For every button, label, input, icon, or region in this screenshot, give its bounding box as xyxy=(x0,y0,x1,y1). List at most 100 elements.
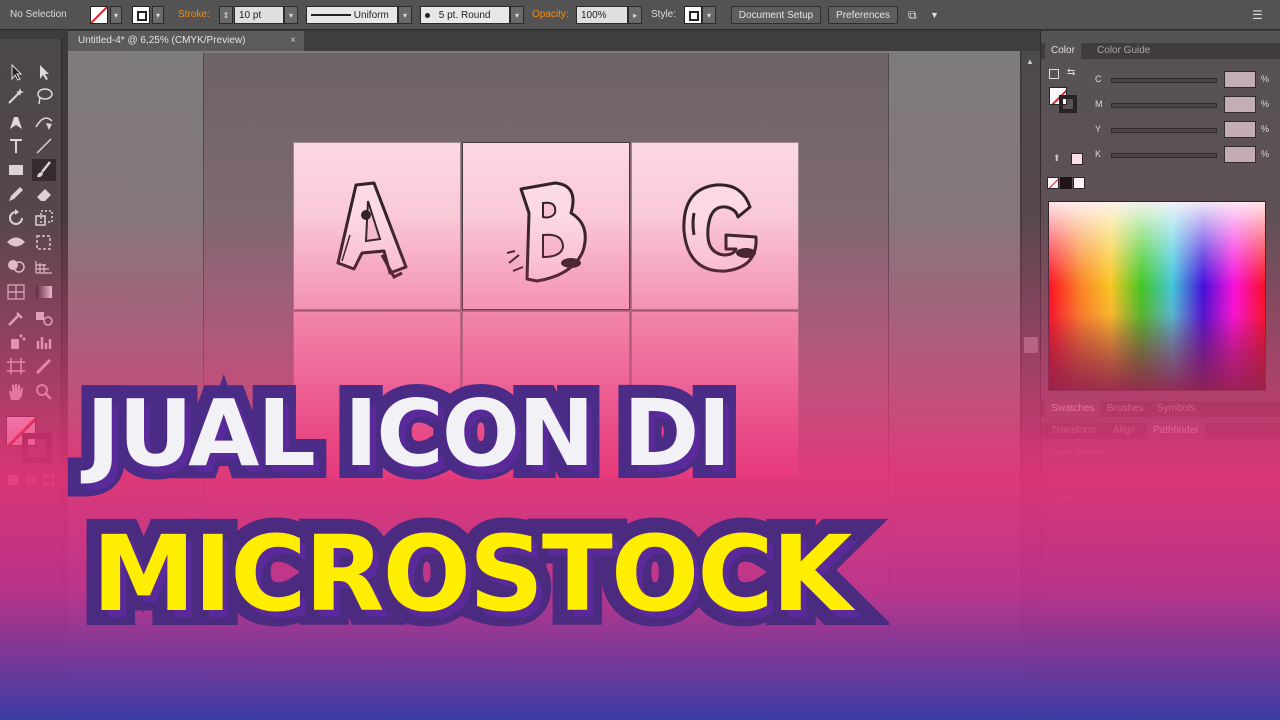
close-icon[interactable]: × xyxy=(290,31,296,51)
black-slider[interactable]: K % xyxy=(1093,146,1280,164)
blend-tool-icon[interactable] xyxy=(32,307,56,329)
tab-brushes[interactable]: Brushes xyxy=(1101,401,1150,417)
eraser-tool-icon[interactable] xyxy=(32,183,56,205)
letter-a-icon xyxy=(336,181,408,279)
zoom-tool-icon[interactable] xyxy=(32,381,56,403)
letter-b-icon xyxy=(506,181,587,283)
hand-tool-icon[interactable] xyxy=(4,381,28,403)
artboard[interactable] xyxy=(203,53,889,720)
curvature-tool-icon[interactable] xyxy=(32,111,56,133)
column-graph-tool-icon[interactable] xyxy=(32,331,56,353)
width-tool-icon[interactable] xyxy=(4,231,28,253)
lasso-tool-icon[interactable] xyxy=(32,85,56,107)
direct-selection-tool-icon[interactable] xyxy=(32,61,56,83)
tab-pathfinder[interactable]: Pathfinder xyxy=(1147,423,1205,439)
color-spectrum[interactable] xyxy=(1048,201,1266,391)
fill-dropdown[interactable]: ▾ xyxy=(110,6,122,24)
pencil-tool-icon[interactable] xyxy=(4,183,28,205)
pen-tool-icon[interactable] xyxy=(4,111,28,133)
scrollbar-thumb[interactable] xyxy=(1024,337,1038,353)
brush-dropdown[interactable]: ▾ xyxy=(510,6,524,24)
opacity-field[interactable]: 100% xyxy=(576,6,628,24)
tab-color[interactable]: Color xyxy=(1045,43,1081,59)
magenta-value-field[interactable] xyxy=(1224,96,1256,113)
selection-tool-icon[interactable] xyxy=(4,61,28,83)
stroke-dropdown[interactable]: ▾ xyxy=(152,6,164,24)
out-of-gamut-icon[interactable]: ⬆ xyxy=(1053,153,1061,164)
eyedropper-tool-icon[interactable] xyxy=(4,307,28,329)
mesh-tool-icon[interactable] xyxy=(4,281,28,303)
stroke-label[interactable]: Stroke: xyxy=(178,6,210,24)
style-label: Style: xyxy=(651,9,677,20)
black-value-field[interactable] xyxy=(1224,146,1256,163)
symbol-sprayer-tool-icon[interactable] xyxy=(4,331,28,353)
icon-cell-empty[interactable] xyxy=(631,311,799,479)
slice-tool-icon[interactable] xyxy=(32,355,56,377)
type-tool-icon[interactable] xyxy=(4,135,28,157)
scale-tool-icon[interactable] xyxy=(32,207,56,229)
preferences-button[interactable]: Preferences xyxy=(828,6,898,24)
stroke-color-swatch[interactable] xyxy=(22,433,52,463)
align-icon[interactable]: ⧉ xyxy=(908,6,926,24)
icon-cell-a[interactable] xyxy=(293,142,461,310)
yellow-slider[interactable]: Y % xyxy=(1093,121,1280,139)
default-colors-icon[interactable] xyxy=(1049,69,1059,79)
none-mode-icon[interactable] xyxy=(44,475,54,485)
artboard-tool-icon[interactable] xyxy=(4,355,28,377)
panel-menu-icon[interactable]: ☰ xyxy=(1252,6,1270,24)
yellow-value-field[interactable] xyxy=(1224,121,1256,138)
opacity-label[interactable]: Opacity: xyxy=(532,6,569,24)
magenta-track[interactable] xyxy=(1111,103,1217,108)
swap-colors-icon[interactable]: ⇆ xyxy=(1067,67,1075,78)
shape-builder-tool-icon[interactable] xyxy=(4,255,28,277)
color-mode-icon[interactable] xyxy=(8,475,18,485)
free-transform-tool-icon[interactable] xyxy=(32,231,56,253)
icon-cell-b[interactable] xyxy=(462,142,630,310)
icon-cell-g[interactable] xyxy=(631,142,799,310)
document-setup-button[interactable]: Document Setup xyxy=(731,6,821,24)
document-tab[interactable]: Untitled-4* @ 6,25% (CMYK/Preview) × xyxy=(68,31,304,51)
tools-grip[interactable] xyxy=(0,31,62,39)
variable-width-profile[interactable]: Uniform xyxy=(306,6,398,24)
cyan-track[interactable] xyxy=(1111,78,1217,83)
black-track[interactable] xyxy=(1111,153,1217,158)
tab-swatches[interactable]: Swatches xyxy=(1045,401,1101,417)
paintbrush-tool-icon[interactable] xyxy=(32,159,56,181)
black-swatch[interactable] xyxy=(1060,177,1072,189)
stroke-weight-field[interactable]: 10 pt xyxy=(234,6,284,24)
rotate-tool-icon[interactable] xyxy=(4,207,28,229)
tab-color-guide[interactable]: Color Guide xyxy=(1091,43,1156,59)
stroke-swatch-panel[interactable] xyxy=(1059,95,1077,113)
gradient-mode-icon[interactable] xyxy=(26,475,36,485)
opacity-dropdown[interactable]: ▸ xyxy=(628,6,642,24)
tab-align[interactable]: Align xyxy=(1107,423,1141,439)
yellow-track[interactable] xyxy=(1111,128,1217,133)
icon-cell-empty[interactable] xyxy=(462,311,630,479)
brush-definition[interactable]: 5 pt. Round xyxy=(420,6,510,24)
line-segment-tool-icon[interactable] xyxy=(32,135,56,157)
stroke-swatch[interactable] xyxy=(132,6,150,24)
gradient-tool-icon[interactable] xyxy=(32,281,56,303)
magic-wand-tool-icon[interactable] xyxy=(4,85,28,107)
profile-dropdown[interactable]: ▾ xyxy=(398,6,412,24)
stroke-weight-dropdown[interactable]: ▾ xyxy=(284,6,298,24)
perspective-grid-tool-icon[interactable] xyxy=(32,255,56,277)
cyan-slider[interactable]: C % xyxy=(1093,71,1280,89)
vertical-scrollbar[interactable]: ▲ xyxy=(1022,51,1040,720)
white-swatch[interactable] xyxy=(1073,177,1085,189)
none-swatch[interactable] xyxy=(1047,177,1059,189)
magenta-slider[interactable]: M % xyxy=(1093,96,1280,114)
tab-symbols[interactable]: Symbols xyxy=(1151,401,1201,417)
last-color-swatch[interactable] xyxy=(1071,153,1083,165)
chevron-down-icon[interactable]: ▼ xyxy=(930,6,942,24)
tools-panel xyxy=(0,31,62,720)
fill-swatch[interactable] xyxy=(90,6,108,24)
style-dropdown[interactable]: ▾ xyxy=(702,6,716,24)
rectangle-tool-icon[interactable] xyxy=(4,159,28,181)
cyan-value-field[interactable] xyxy=(1224,71,1256,88)
scroll-up-icon[interactable]: ▲ xyxy=(1026,57,1034,66)
stroke-stepper[interactable]: ⇕ xyxy=(219,6,233,24)
graphic-style-swatch[interactable] xyxy=(684,6,702,24)
icon-cell-empty[interactable] xyxy=(293,311,461,479)
tab-transform[interactable]: Transform xyxy=(1045,423,1102,439)
